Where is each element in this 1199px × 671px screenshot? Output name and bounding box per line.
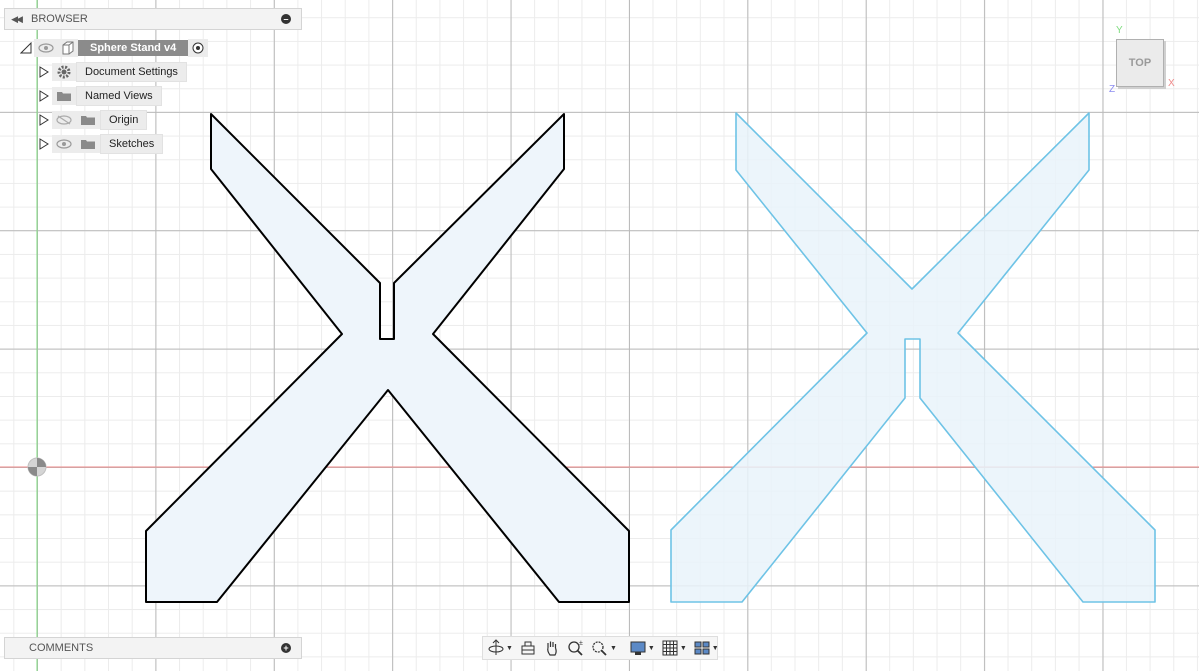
eye-hidden-icon[interactable]	[52, 111, 76, 129]
grid-settings-button[interactable]: ▼	[661, 638, 687, 658]
tree-item-sketches[interactable]: Sketches	[36, 134, 164, 154]
folder-icon	[52, 87, 76, 105]
tree-item-label[interactable]: Named Views	[76, 86, 162, 106]
expand-triangle-icon[interactable]	[36, 66, 52, 78]
viewcube[interactable]: Y TOP X Z	[1108, 25, 1180, 100]
root-component-label[interactable]: Sphere Stand v4	[78, 40, 189, 56]
origin-point-icon[interactable]	[27, 457, 47, 477]
canvas-viewport[interactable]	[0, 0, 1199, 671]
minus-circle-icon[interactable]: –	[281, 14, 291, 24]
svg-text:±: ±	[579, 640, 583, 647]
folder-icon	[76, 111, 100, 129]
tree-item-named-views[interactable]: Named Views	[36, 86, 162, 106]
add-comment-icon[interactable]: +	[281, 643, 291, 653]
tree-item-label[interactable]: Origin	[100, 110, 148, 130]
browser-title: BROWSER	[31, 13, 88, 25]
expand-triangle-icon[interactable]	[36, 138, 52, 150]
expand-triangle-icon[interactable]	[18, 42, 34, 54]
x-axis-label: X	[1168, 78, 1175, 89]
orbit-icon	[488, 639, 504, 655]
component-icon	[58, 39, 78, 57]
sketch-x-profile[interactable]	[670, 112, 1156, 603]
gear-icon	[52, 63, 76, 81]
collapse-panel-icon[interactable]: ◀◀	[5, 14, 27, 25]
browser-panel-header[interactable]: ◀◀ BROWSER –	[4, 8, 302, 30]
look-at-icon	[521, 641, 535, 655]
viewports-icon	[694, 641, 710, 655]
tree-item-document-settings[interactable]: Document Settings	[36, 62, 187, 82]
viewcube-top-face[interactable]: TOP	[1116, 39, 1164, 87]
sketch-canvas[interactable]	[0, 0, 1199, 671]
fit-icon	[592, 641, 607, 656]
viewports-button[interactable]: ▼	[693, 638, 719, 658]
y-axis-label: Y	[1116, 25, 1123, 36]
comments-title: COMMENTS	[29, 642, 94, 654]
activate-radio-icon[interactable]	[188, 39, 209, 57]
selected-x-profile[interactable]	[145, 113, 630, 603]
display-settings-icon	[630, 641, 646, 655]
pan-button[interactable]	[543, 638, 561, 658]
tree-root-sphere-stand[interactable]: Sphere Stand v4	[18, 38, 209, 58]
grid-settings-icon	[662, 640, 678, 656]
eye-icon[interactable]	[34, 39, 58, 57]
orbit-button[interactable]: ▼	[487, 638, 513, 658]
pan-icon	[547, 641, 557, 656]
zoom-button[interactable]: ±	[567, 638, 585, 658]
navigation-toolbar: ▼ ± ▼ ▼ ▼ ▼	[482, 636, 719, 660]
display-settings-button[interactable]: ▼	[629, 638, 655, 658]
tree-item-label[interactable]: Document Settings	[76, 62, 187, 82]
expand-triangle-icon[interactable]	[36, 90, 52, 102]
fit-button[interactable]: ▼	[591, 638, 617, 658]
folder-icon	[76, 135, 100, 153]
expand-triangle-icon[interactable]	[36, 114, 52, 126]
comments-panel-header[interactable]: COMMENTS +	[4, 637, 302, 659]
z-axis-label: Z	[1109, 84, 1116, 95]
tree-item-label[interactable]: Sketches	[100, 134, 164, 154]
zoom-icon: ±	[568, 640, 583, 656]
look-at-button[interactable]	[519, 638, 537, 658]
eye-icon[interactable]	[52, 135, 76, 153]
tree-item-origin[interactable]: Origin	[36, 110, 148, 130]
